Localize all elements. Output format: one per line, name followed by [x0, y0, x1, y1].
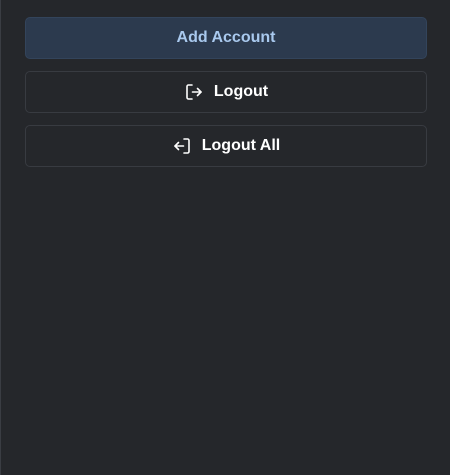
account-panel: Add Account Logout Logout All	[0, 0, 450, 475]
logout-button[interactable]: Logout	[25, 71, 427, 113]
add-account-label: Add Account	[176, 29, 276, 46]
logout-label: Logout	[213, 83, 269, 100]
logout-all-button[interactable]: Logout All	[25, 125, 427, 167]
logout-icon	[184, 82, 204, 102]
add-account-button[interactable]: Add Account	[25, 17, 427, 59]
logout-all-label: Logout All	[201, 137, 281, 154]
logout-all-icon	[172, 136, 192, 156]
